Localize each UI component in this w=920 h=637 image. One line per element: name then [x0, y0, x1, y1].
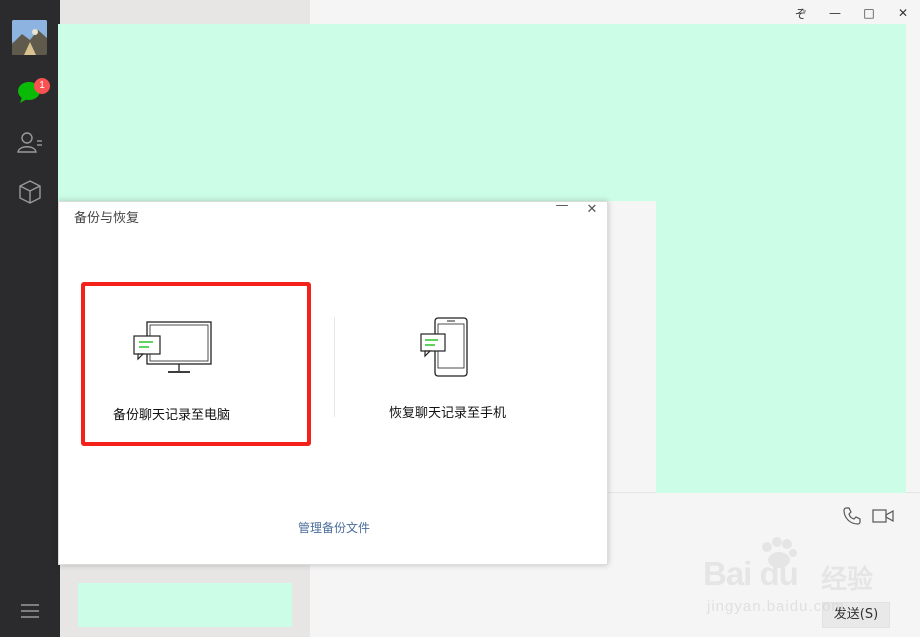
redacted-region-session	[78, 583, 292, 627]
backup-to-pc-option[interactable]: 备份聊天记录至电脑	[81, 282, 311, 446]
manage-backup-files-link[interactable]: 管理备份文件	[59, 519, 609, 536]
minimize-button[interactable]: —	[818, 0, 852, 26]
redacted-region-top	[58, 24, 906, 201]
restore-option-label: 恢复聊天记录至手机	[389, 406, 507, 421]
contacts-icon[interactable]	[16, 128, 44, 156]
avatar-image	[12, 20, 47, 55]
watermark-jingyan: 经验	[821, 565, 874, 595]
menu-icon[interactable]	[20, 603, 40, 619]
redacted-region-right	[656, 201, 906, 493]
baidu-watermark: Bai du 经验 jingyan.baidu.com	[703, 537, 903, 627]
window-controls: ぞ — □ ✕	[784, 0, 920, 26]
backup-restore-dialog: 备份与恢复 — ✕ 备份聊天记录至电脑 恢复聊天记录至手机 管理备份文件	[58, 198, 609, 565]
cube-icon[interactable]	[16, 178, 44, 206]
left-nav-bar: 1	[0, 0, 60, 637]
option-divider	[334, 317, 335, 417]
backup-option-label: 备份聊天记录至电脑	[113, 408, 231, 423]
close-button[interactable]: ✕	[886, 0, 920, 26]
dialog-minimize-button[interactable]: —	[553, 198, 571, 216]
unread-badge: 1	[34, 78, 50, 94]
maximize-button[interactable]: □	[852, 0, 886, 26]
dialog-close-button[interactable]: ✕	[583, 202, 601, 220]
avatar[interactable]	[12, 20, 47, 55]
watermark-brand: Bai du	[703, 555, 799, 592]
restore-to-phone-option[interactable]: 恢复聊天记录至手机	[377, 290, 577, 440]
dialog-title: 备份与恢复	[74, 211, 140, 226]
phone-device-icon	[420, 317, 468, 377]
watermark-url: jingyan.baidu.com	[707, 598, 845, 615]
computer-monitor-icon	[133, 321, 212, 373]
video-call-icon[interactable]	[872, 508, 894, 524]
phone-icon[interactable]	[843, 507, 861, 525]
pin-button[interactable]: ぞ	[784, 0, 818, 26]
